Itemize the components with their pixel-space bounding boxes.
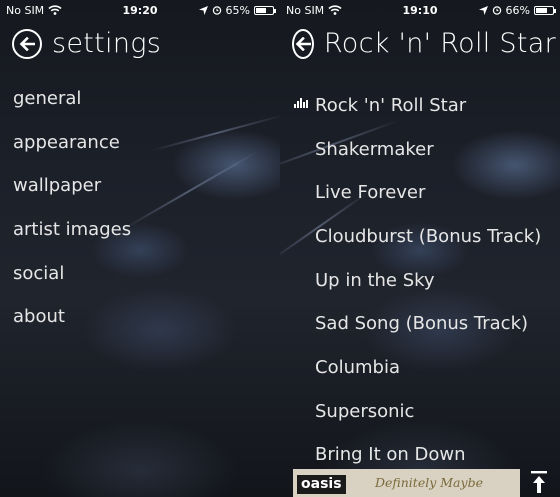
battery-percent: 66%	[505, 3, 530, 17]
track-title: Cloudburst (Bonus Track)	[315, 225, 542, 247]
alarm-clock-icon	[492, 6, 501, 15]
location-arrow-icon	[478, 5, 488, 15]
menu-item-social[interactable]: social	[13, 259, 280, 303]
wifi-icon	[48, 5, 62, 15]
track-row[interactable]: Live Forever	[294, 171, 560, 215]
battery-icon	[254, 5, 276, 15]
battery-percent: 65%	[225, 3, 250, 17]
equalizer-bars-icon	[294, 97, 315, 108]
track-title: Sad Song (Bonus Track)	[315, 313, 529, 335]
track-title: Shakermaker	[315, 138, 434, 160]
track-row[interactable]: Up in the Sky	[294, 259, 560, 303]
status-right: 66%	[478, 3, 556, 17]
track-list-screen: No SIM 19:10 66% Rock 'n' Roll Star Rock…	[280, 0, 560, 497]
status-bar: No SIM 19:10 66%	[280, 0, 560, 20]
location-arrow-icon	[198, 5, 208, 15]
track-title: Rock 'n' Roll Star	[315, 94, 467, 116]
track-row[interactable]: Cloudburst (Bonus Track)	[294, 215, 560, 259]
track-title: Columbia	[315, 356, 400, 378]
page-title: settings	[52, 28, 162, 59]
page-header: settings	[12, 28, 276, 59]
back-arrow-icon	[19, 36, 35, 51]
page-header: Rock 'n' Roll Star	[292, 28, 556, 59]
track-row[interactable]: Sad Song (Bonus Track)	[294, 302, 560, 346]
carrier-group: No SIM	[286, 4, 342, 17]
track-list: Rock 'n' Roll Star Shakermaker Live Fore…	[294, 84, 560, 477]
settings-menu: general appearance wallpaper artist imag…	[13, 84, 280, 346]
battery-fill	[536, 7, 547, 13]
status-bar: No SIM 19:20 65%	[0, 0, 280, 20]
album-script-title: Definitely Maybe	[375, 475, 483, 490]
track-row[interactable]: Columbia	[294, 346, 560, 390]
menu-item-appearance[interactable]: appearance	[13, 128, 280, 172]
battery-icon	[534, 5, 556, 15]
menu-item-general[interactable]: general	[13, 84, 280, 128]
page-title: Rock 'n' Roll Star	[323, 28, 556, 59]
status-right: 65%	[198, 3, 276, 17]
track-title: Bring It on Down	[315, 444, 466, 466]
menu-item-artist-images[interactable]: artist images	[13, 215, 280, 259]
album-logo: oasis	[297, 475, 346, 494]
track-row[interactable]: Shakermaker	[294, 128, 560, 172]
scroll-to-top-icon[interactable]	[528, 470, 550, 494]
back-button[interactable]	[292, 28, 314, 59]
menu-item-about[interactable]: about	[13, 302, 280, 346]
settings-screen: No SIM 19:20 65% settings general appear…	[0, 0, 280, 497]
track-title: Up in the Sky	[315, 269, 435, 291]
wifi-icon	[328, 5, 342, 15]
carrier-label: No SIM	[6, 3, 45, 17]
back-button[interactable]	[12, 28, 42, 59]
battery-fill	[256, 7, 267, 13]
back-arrow-icon	[295, 36, 311, 51]
track-row[interactable]: Rock 'n' Roll Star	[294, 84, 560, 128]
track-row[interactable]: Supersonic	[294, 390, 560, 434]
track-title: Live Forever	[315, 182, 426, 204]
track-title: Supersonic	[315, 400, 415, 422]
alarm-clock-icon	[212, 6, 221, 15]
carrier-group: No SIM	[6, 4, 62, 17]
menu-item-wallpaper[interactable]: wallpaper	[13, 171, 280, 215]
app-composite: No SIM 19:20 65% settings general appear…	[0, 0, 560, 497]
carrier-label: No SIM	[286, 3, 325, 17]
album-art-banner[interactable]: oasis Definitely Maybe	[293, 469, 520, 497]
